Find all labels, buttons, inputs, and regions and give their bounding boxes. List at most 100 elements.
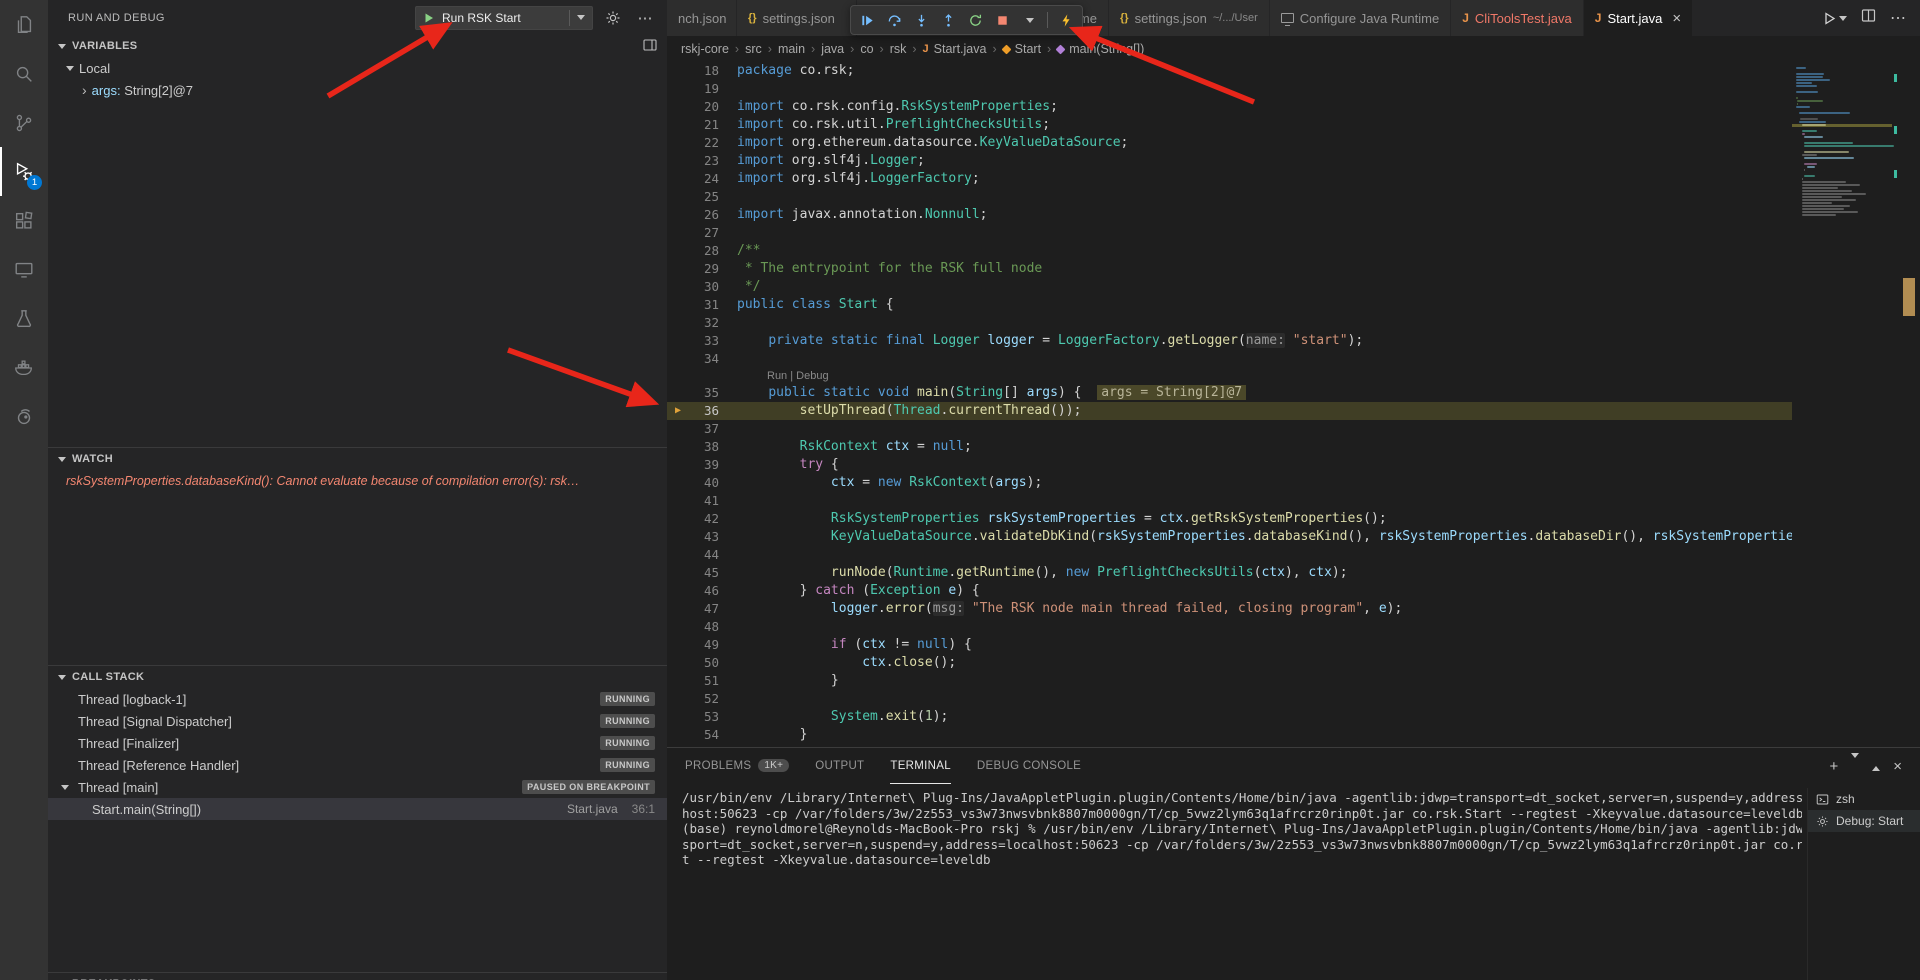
panel-layout-icon[interactable] [643, 39, 657, 54]
gutter-glyph[interactable] [667, 314, 689, 332]
codelens-run-debug[interactable]: Run | Debug [667, 368, 1792, 384]
gutter-glyph[interactable] [667, 618, 689, 636]
gutter-glyph[interactable] [667, 528, 689, 546]
activity-gradle[interactable] [0, 392, 48, 441]
tab-start-java[interactable]: JStart.java× [1584, 0, 1693, 36]
gutter-glyph[interactable] [667, 672, 689, 690]
more-actions-icon[interactable]: ⋯ [633, 6, 657, 30]
activity-docker[interactable] [0, 343, 48, 392]
breadcrumb-item-rskj-core[interactable]: rskj-core [681, 42, 729, 56]
gutter-glyph[interactable] [667, 600, 689, 618]
gutter-glyph[interactable] [667, 708, 689, 726]
more-actions-icon[interactable]: ⋯ [1890, 8, 1906, 28]
activity-run-debug[interactable]: 1 [0, 147, 48, 196]
gutter-glyph[interactable] [667, 384, 689, 402]
gutter-glyph[interactable] [667, 582, 689, 600]
gutter-glyph[interactable] [667, 98, 689, 116]
thread-row[interactable]: Thread [logback-1]RUNNING [48, 688, 667, 710]
step-out-button[interactable] [936, 8, 961, 32]
gutter-glyph[interactable] [667, 80, 689, 98]
restart-button[interactable] [963, 8, 988, 32]
panel-tab-debug-console[interactable]: DEBUG CONSOLE [977, 748, 1081, 784]
gutter-glyph[interactable] [667, 62, 689, 80]
overview-ruler[interactable] [1892, 62, 1920, 748]
debug-settings-gear-icon[interactable] [601, 6, 625, 30]
breadcrumb-item-main[interactable]: main [778, 42, 805, 56]
panel-tab-output[interactable]: OUTPUT [815, 748, 864, 784]
thread-row[interactable]: Thread [main]PAUSED ON BREAKPOINT [48, 776, 667, 798]
tab-settings-json[interactable]: {}settings.json~/.../User [1109, 0, 1270, 36]
tab-clitoolstest-java[interactable]: JCliToolsTest.java [1451, 0, 1584, 36]
gutter-glyph[interactable] [667, 206, 689, 224]
gutter-glyph[interactable] [667, 654, 689, 672]
gutter-glyph[interactable] [667, 690, 689, 708]
breadcrumb-item-java[interactable]: java [821, 42, 844, 56]
gutter-glyph[interactable] [667, 116, 689, 134]
variables-scope-local[interactable]: Local [48, 57, 667, 79]
stop-options-chevron[interactable] [1017, 8, 1042, 32]
step-over-button[interactable] [882, 8, 907, 32]
panel-tab-terminal[interactable]: TERMINAL [890, 748, 951, 784]
launch-config-dropdown[interactable]: Run RSK Start [415, 6, 593, 30]
gutter-glyph[interactable] [667, 332, 689, 350]
gutter-glyph[interactable] [667, 636, 689, 654]
activity-explorer[interactable] [0, 0, 48, 49]
gutter-glyph[interactable] [667, 224, 689, 242]
breadcrumb-item-co[interactable]: co [860, 42, 873, 56]
breadcrumb-item-rsk[interactable]: rsk [890, 42, 907, 56]
gutter-glyph[interactable] [667, 564, 689, 582]
gutter-glyph[interactable] [667, 134, 689, 152]
hot-code-replace-button[interactable] [1053, 8, 1078, 32]
run-button[interactable] [1822, 11, 1847, 26]
close-icon[interactable]: × [1672, 10, 1681, 27]
gutter-glyph[interactable] [667, 260, 689, 278]
gutter-glyph[interactable] [667, 726, 689, 744]
terminal-profile-chevron-icon[interactable] [1851, 758, 1859, 775]
terminal-entry-zsh[interactable]: zsh [1808, 788, 1920, 810]
thread-row[interactable]: Thread [Reference Handler]RUNNING [48, 754, 667, 776]
gutter-glyph[interactable] [667, 510, 689, 528]
code-editor[interactable]: 18package co.rsk;1920import co.rsk.confi… [667, 62, 1920, 748]
gutter-glyph[interactable] [667, 152, 689, 170]
breadcrumb-item-src[interactable]: src [745, 42, 762, 56]
call-stack-header[interactable]: CALL STACK [48, 666, 667, 688]
debug-current-line-arrow-icon[interactable]: ▶ [667, 402, 689, 420]
gutter-glyph[interactable] [667, 438, 689, 456]
new-terminal-button[interactable]: + [1829, 758, 1838, 775]
watch-header[interactable]: WATCH [48, 448, 667, 470]
gutter-glyph[interactable] [667, 170, 689, 188]
tab-configure-java-runtime[interactable]: Configure Java Runtime [1270, 0, 1451, 36]
close-panel-icon[interactable]: × [1893, 758, 1902, 775]
tab-settings-json[interactable]: {}settings.json [737, 0, 857, 36]
step-into-button[interactable] [909, 8, 934, 32]
thread-row[interactable]: Thread [Signal Dispatcher]RUNNING [48, 710, 667, 732]
breakpoints-header[interactable]: BREAKPOINTS [48, 973, 667, 980]
breadcrumb-item-start[interactable]: Start [1003, 42, 1041, 56]
breadcrumb-item-start-java[interactable]: JStart.java [923, 42, 987, 56]
stop-button[interactable] [990, 8, 1015, 32]
watch-expression[interactable]: rskSystemProperties.databaseKind(): Cann… [48, 470, 667, 492]
gutter-glyph[interactable] [667, 456, 689, 474]
activity-search[interactable] [0, 49, 48, 98]
breadcrumb-item-main-string-[interactable]: main(String[]) [1057, 42, 1144, 56]
variable-args[interactable]: › args: String[2]@7 [48, 79, 667, 101]
terminal-entry-debug-start[interactable]: Debug: Start [1808, 810, 1920, 832]
variables-header[interactable]: VARIABLES [48, 35, 667, 57]
tab-nch-json[interactable]: nch.json [667, 0, 737, 36]
activity-extensions[interactable] [0, 196, 48, 245]
split-editor-icon[interactable] [1861, 8, 1876, 28]
gutter-glyph[interactable] [667, 296, 689, 314]
continue-button[interactable] [855, 8, 880, 32]
thread-row[interactable]: Thread [Finalizer]RUNNING [48, 732, 667, 754]
gutter-glyph[interactable] [667, 188, 689, 206]
stack-frame-row[interactable]: Start.main(String[])Start.java36:1 [48, 798, 667, 820]
gutter-glyph[interactable] [667, 278, 689, 296]
gutter-glyph[interactable] [667, 546, 689, 564]
gutter-glyph[interactable] [667, 242, 689, 260]
minimap[interactable] [1792, 62, 1892, 748]
gutter-glyph[interactable] [667, 492, 689, 510]
gutter-glyph[interactable] [667, 420, 689, 438]
gutter-glyph[interactable] [667, 350, 689, 368]
activity-source-control[interactable] [0, 98, 48, 147]
gutter-glyph[interactable] [667, 474, 689, 492]
